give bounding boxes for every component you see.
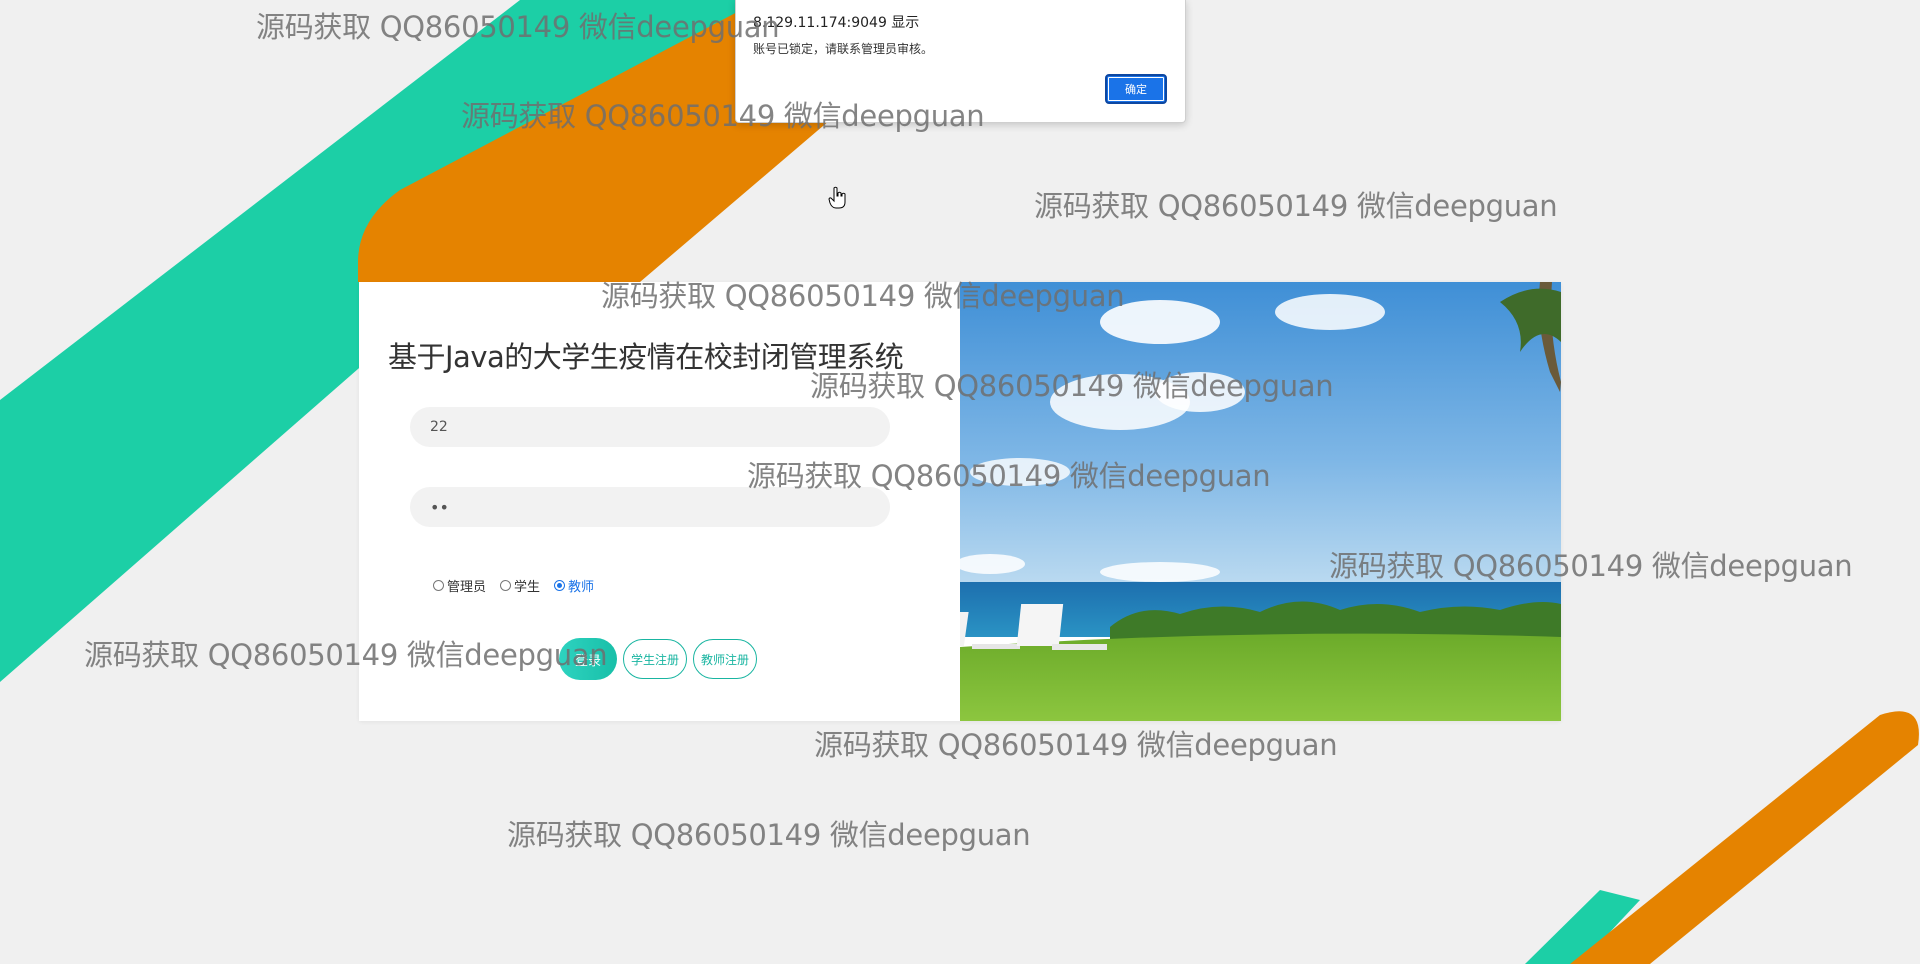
teacher-register-button[interactable]: 教师注册 bbox=[693, 639, 757, 679]
role-option-admin[interactable]: 管理员 bbox=[433, 576, 486, 595]
radio-checked-icon[interactable] bbox=[554, 580, 566, 591]
login-page: 基于Java的大学生疫情在校封闭管理系统 管理员 学生 教师 登录 bbox=[0, 0, 1920, 964]
radio-icon[interactable] bbox=[433, 580, 444, 591]
student-register-button[interactable]: 学生注册 bbox=[623, 639, 687, 679]
role-option-student[interactable]: 学生 bbox=[500, 576, 540, 595]
orange-stripe-bottom bbox=[1570, 711, 1919, 964]
password-input[interactable] bbox=[410, 487, 890, 527]
hand-pointer-icon bbox=[828, 186, 846, 209]
cloud bbox=[1100, 300, 1220, 344]
username-input[interactable] bbox=[410, 407, 890, 447]
role-selector: 管理员 学生 教师 bbox=[433, 576, 594, 595]
cloud bbox=[970, 458, 1070, 486]
alert-origin: 8.129.11.174:9049 显示 bbox=[753, 15, 920, 31]
beach-photo bbox=[960, 282, 1561, 721]
alert-ok-button[interactable]: 确定 bbox=[1105, 74, 1167, 104]
sky bbox=[960, 282, 1561, 582]
radio-icon[interactable] bbox=[500, 580, 512, 591]
alert-dialog: 8.129.11.174:9049 显示 账号已锁定，请联系管理员审核。 确定 bbox=[735, 0, 1186, 123]
page-title: 基于Java的大学生疫情在校封闭管理系统 bbox=[388, 340, 904, 374]
role-label: 学生 bbox=[514, 580, 541, 595]
button-row: 登录 学生注册 教师注册 bbox=[559, 638, 757, 680]
role-label: 管理员 bbox=[447, 580, 487, 595]
role-label: 教师 bbox=[568, 580, 595, 595]
login-card: 基于Java的大学生疫情在校封闭管理系统 管理员 学生 教师 登录 bbox=[359, 282, 1561, 721]
login-button[interactable]: 登录 bbox=[559, 638, 617, 680]
role-option-teacher[interactable]: 教师 bbox=[554, 576, 594, 595]
cloud bbox=[1100, 562, 1220, 582]
cloud bbox=[1155, 372, 1245, 412]
alert-message: 账号已锁定，请联系管理员审核。 bbox=[753, 42, 934, 56]
grass bbox=[960, 633, 1561, 721]
cloud bbox=[1275, 294, 1385, 330]
login-form: 基于Java的大学生疫情在校封闭管理系统 管理员 学生 教师 登录 bbox=[359, 282, 959, 721]
